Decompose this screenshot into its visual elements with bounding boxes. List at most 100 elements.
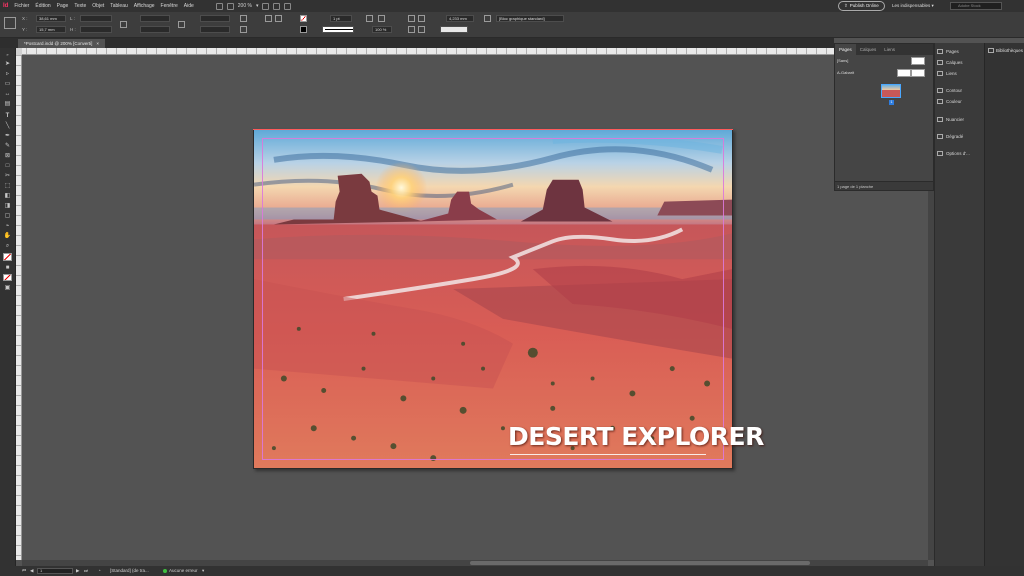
menu-fenetre[interactable]: Fenêtre (161, 3, 178, 9)
tab-calques[interactable]: Calques (856, 44, 881, 55)
panel-collapse-icon[interactable]: » (3, 51, 12, 59)
rectangle-tool-icon[interactable]: □ (3, 162, 12, 170)
page-tool-icon[interactable]: ▭ (3, 80, 12, 88)
menu-edition[interactable]: Édition (35, 3, 50, 9)
scale-x-field[interactable] (140, 15, 170, 22)
stock-search-input[interactable]: Adobe Stock (950, 2, 1002, 10)
menu-aide[interactable]: Aide (184, 3, 194, 9)
stock-icon[interactable] (226, 2, 234, 10)
open-page-icon[interactable]: ◔ (98, 566, 101, 576)
next-page-icon[interactable]: ▶ (76, 566, 79, 576)
y-position-field[interactable]: 15,7 mm (36, 26, 66, 33)
screen-mode-icon[interactable]: ▣ (3, 284, 12, 292)
menu-fichier[interactable]: Fichier (14, 3, 29, 9)
previous-page-icon[interactable]: ◀ (30, 566, 33, 576)
eyedropper-tool-icon[interactable]: ⌁ (3, 222, 12, 230)
menu-texte[interactable]: Texte (74, 3, 86, 9)
master-none-thumbnail[interactable] (911, 57, 925, 65)
direct-selection-tool-icon[interactable]: ▹ (3, 70, 12, 78)
select-content-icon[interactable] (275, 15, 282, 22)
bridge-icon[interactable] (215, 2, 223, 10)
poster-title-text-frame[interactable]: DESERT EXPLORER (508, 420, 764, 454)
screen-mode-icon[interactable] (273, 2, 281, 10)
free-transform-tool-icon[interactable]: ⬚ (3, 182, 12, 190)
stroke-type-selector[interactable] (322, 26, 354, 33)
horizontal-scroll-thumb[interactable] (470, 561, 810, 565)
rotate-icon[interactable] (178, 21, 185, 28)
document-tab[interactable]: *Postcard.indd @ 200% [Converti] × (18, 39, 105, 48)
rotation-angle-field[interactable] (200, 15, 230, 22)
gap-field[interactable]: 4,233 mm (446, 15, 474, 22)
menu-tableau[interactable]: Tableau (110, 3, 128, 9)
preflight-profile[interactable]: [Standard] (de tra... (110, 566, 149, 576)
master-a-right-thumbnail[interactable] (911, 69, 925, 77)
reference-point-icon[interactable] (4, 17, 16, 29)
title-underline[interactable] (510, 454, 706, 455)
desert-photo[interactable] (254, 130, 732, 468)
master-a-left-thumbnail[interactable] (897, 69, 911, 77)
effects-icon[interactable] (378, 15, 385, 22)
fit-content-icon[interactable] (408, 15, 415, 22)
pen-tool-icon[interactable]: ✒ (3, 132, 12, 140)
publish-online-button[interactable]: ⇧ Publish Online (838, 1, 885, 11)
fill-frame-icon[interactable] (418, 26, 425, 33)
view-options-icon[interactable] (262, 2, 270, 10)
scale-y-field[interactable] (140, 26, 170, 33)
gradient-feather-tool-icon[interactable]: ◨ (3, 202, 12, 210)
line-tool-icon[interactable]: ╲ (3, 122, 12, 130)
apply-none-icon[interactable] (3, 274, 12, 281)
zoom-level[interactable]: 200 % (238, 3, 252, 9)
shear-angle-field[interactable] (200, 26, 230, 33)
dock-item-couleur[interactable]: Couleur (937, 97, 983, 106)
close-icon[interactable]: × (96, 39, 99, 48)
scissors-tool-icon[interactable]: ✂ (3, 172, 12, 180)
center-content-icon[interactable] (408, 26, 415, 33)
last-page-icon[interactable]: ⏭ (84, 566, 88, 576)
stroke-weight-field[interactable]: 1 pt (330, 15, 352, 22)
tab-liens[interactable]: Liens (880, 44, 899, 55)
gap-tool-icon[interactable]: ↔ (3, 90, 12, 98)
select-container-icon[interactable] (265, 15, 272, 22)
object-style-icon[interactable] (484, 15, 491, 22)
flip-vertical-icon[interactable] (240, 26, 247, 33)
dock-item-calques[interactable]: Calques (937, 58, 983, 67)
pencil-tool-icon[interactable]: ✎ (3, 142, 12, 150)
content-collector-icon[interactable]: ▤ (3, 100, 12, 108)
document-page[interactable] (253, 129, 733, 469)
fit-frame-icon[interactable] (418, 15, 425, 22)
dock-item-liens[interactable]: Liens (937, 69, 983, 78)
ruler-origin[interactable] (16, 48, 22, 55)
rectangle-frame-tool-icon[interactable]: ⊠ (3, 152, 12, 160)
zoom-control[interactable]: 200 % ▾ (215, 2, 292, 10)
menu-affichage[interactable]: Affichage (134, 3, 155, 9)
first-page-icon[interactable]: ⏮ (22, 566, 26, 576)
page-1-thumbnail[interactable] (881, 84, 901, 98)
hand-tool-icon[interactable]: ✋ (3, 232, 12, 240)
stroke-swatch-icon[interactable] (300, 26, 307, 33)
x-position-field[interactable]: 38,61 mm (36, 15, 66, 22)
selection-tool-icon[interactable]: ➤ (3, 60, 12, 68)
type-tool-icon[interactable]: T (3, 112, 12, 120)
dock-item-degrade[interactable]: Dégradé (937, 132, 983, 141)
drop-shadow-icon[interactable] (366, 15, 373, 22)
opacity-field[interactable]: 100 % (372, 26, 392, 33)
vertical-ruler[interactable] (16, 55, 22, 560)
arrange-documents-icon[interactable] (284, 2, 292, 10)
fill-stroke-swatch-icon[interactable] (3, 253, 12, 261)
constrain-proportions-icon[interactable] (120, 21, 127, 28)
flip-horizontal-icon[interactable] (240, 15, 247, 22)
dock-item-libraries[interactable]: Bibliothèques (988, 48, 1023, 53)
text-wrap-field[interactable] (440, 26, 468, 33)
zoom-tool-icon[interactable]: ⌕ (3, 242, 12, 250)
note-tool-icon[interactable]: ▢ (3, 212, 12, 220)
width-field[interactable] (80, 15, 112, 22)
dock-item-options[interactable]: Options d'... (937, 149, 983, 158)
tab-pages[interactable]: Pages (835, 44, 856, 55)
page-number-field[interactable]: 1 (37, 568, 73, 574)
horizontal-ruler[interactable] (16, 48, 834, 55)
menu-objet[interactable]: Objet (92, 3, 104, 9)
gradient-swatch-tool-icon[interactable]: ◧ (3, 192, 12, 200)
dock-item-nuancier[interactable]: Nuancier (937, 115, 983, 124)
fill-swatch-icon[interactable] (300, 15, 307, 22)
height-field[interactable] (80, 26, 112, 33)
